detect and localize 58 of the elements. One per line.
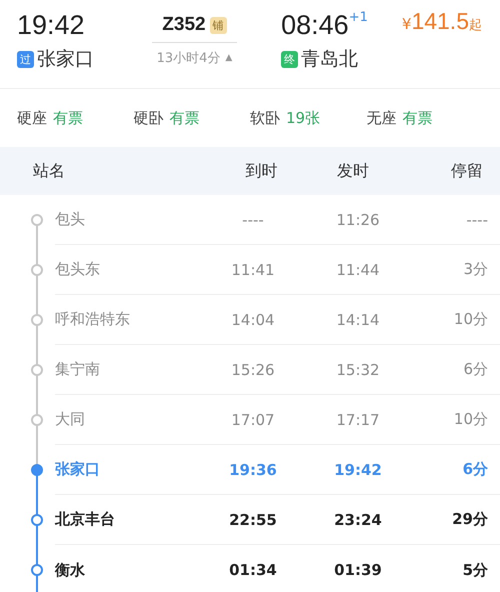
price-suffix: 起 xyxy=(469,17,482,34)
duration: 13小时4分 xyxy=(156,50,220,67)
station-name: 北京丰台 xyxy=(55,510,116,529)
stop-cell-text: 6分 xyxy=(462,360,488,379)
station-name: 包头 xyxy=(55,210,86,229)
column-header: 发时 xyxy=(336,160,370,182)
column-header: 停留 xyxy=(450,160,483,182)
arrival-cell-text: 11:41 xyxy=(230,260,276,278)
stop-cell-text: ---- xyxy=(465,210,488,228)
departure-cell-text: 14:14 xyxy=(335,310,381,328)
station-name: 呼和浩特东 xyxy=(55,310,131,329)
arrival-station: 青岛北 xyxy=(301,47,358,72)
departure-cell-text: 01:39 xyxy=(333,561,383,579)
seat-availability: 有票 xyxy=(402,108,432,128)
price: 141.5 xyxy=(411,8,469,35)
train-number: Z352 xyxy=(162,14,206,36)
station-name: 集宁南 xyxy=(55,360,101,379)
departure-cell-text: 15:32 xyxy=(335,360,381,378)
terminal-badge: 终 xyxy=(281,50,298,68)
sleeper-badge: 铺 xyxy=(210,16,227,34)
arrival-cell-text: 19:36 xyxy=(228,460,278,478)
caret-icon[interactable]: ▲ xyxy=(225,53,232,63)
seat-type: 软卧 xyxy=(250,108,280,128)
arrival-cell-text: 17:07 xyxy=(230,410,276,428)
seat-availability: 19张 xyxy=(286,108,320,128)
arrival-cell-text: 22:55 xyxy=(228,510,278,528)
stop-cell-text: 3分 xyxy=(462,260,488,279)
departure-cell-text: 11:26 xyxy=(335,210,381,228)
station-name: 大同 xyxy=(55,410,86,429)
seat-availability: 有票 xyxy=(170,108,200,128)
stop-cell-text: 6分 xyxy=(462,460,488,479)
seat-type: 无座 xyxy=(366,108,396,128)
stop-cell-text: 5分 xyxy=(462,560,488,580)
day-offset: +1 xyxy=(348,10,368,25)
station-name: 衡水 xyxy=(55,560,86,580)
departure-time: 19:42 xyxy=(17,9,86,42)
arrival-cell-text: 15:26 xyxy=(230,360,276,378)
stop-cell-text: 10分 xyxy=(452,310,488,329)
departure-cell-text: 23:24 xyxy=(333,510,383,528)
arrival-cell-text: ---- xyxy=(241,210,265,228)
stop-cell-text: 10分 xyxy=(452,410,488,429)
seat-type: 硬卧 xyxy=(134,108,164,128)
seat-type: 硬座 xyxy=(17,108,47,128)
column-header: 站名 xyxy=(33,160,66,182)
departure-cell-text: 11:44 xyxy=(335,260,381,278)
currency-sign: ¥ xyxy=(402,15,412,33)
station-name: 张家口 xyxy=(55,460,101,479)
column-header: 到时 xyxy=(244,160,278,182)
departure-cell-text: 17:17 xyxy=(335,410,381,428)
arrival-time: 08:46 xyxy=(281,9,349,42)
stop-cell-text: 29分 xyxy=(451,510,488,529)
departure-cell-text: 19:42 xyxy=(333,460,383,478)
seat-availability: 有票 xyxy=(53,108,83,128)
departure-station: 张家口 xyxy=(37,47,94,72)
station-name: 包头东 xyxy=(55,260,101,279)
arrival-cell-text: 14:04 xyxy=(230,310,276,328)
pass-badge: 过 xyxy=(17,50,34,68)
arrival-cell-text: 01:34 xyxy=(228,561,278,579)
